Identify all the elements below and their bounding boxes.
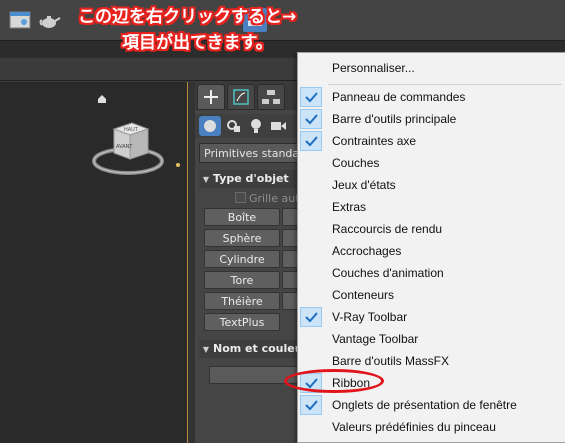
viewport[interactable]: HAUT AVANT	[0, 82, 189, 443]
menu-item-label: Extras	[332, 200, 367, 214]
menu-item-label: Accrochages	[332, 244, 402, 258]
menu-item-containers[interactable]: Conteneurs	[298, 284, 565, 306]
object-type-title: Type d'objet	[213, 172, 289, 185]
annotation-line-2: 項目が出てきます。	[122, 33, 273, 53]
collapse-arrow-icon: ▼	[202, 345, 210, 354]
menu-item-label: Vantage Toolbar	[332, 332, 419, 346]
menu-gutter	[300, 285, 322, 305]
menu-gutter	[300, 219, 322, 239]
menu-gutter	[300, 58, 322, 78]
menu-item-snaps[interactable]: Accrochages	[298, 240, 565, 262]
menu-item-viewport-layout-tabs[interactable]: Onglets de présentation de fenêtre	[298, 394, 565, 416]
create-tab[interactable]	[197, 84, 225, 110]
checkmark-icon	[300, 87, 322, 107]
torus-button[interactable]: Tore	[204, 271, 280, 289]
textplus-button[interactable]: TextPlus	[204, 313, 280, 331]
menu-item-label: Couches	[332, 156, 380, 170]
menu-separator	[328, 84, 562, 85]
menu-item-label: Contraintes axe	[332, 134, 417, 148]
menu-item-label: Jeux d'états	[332, 178, 396, 192]
teapot-button[interactable]: Théière	[204, 292, 280, 310]
menu-item-main-toolbar[interactable]: Barre d'outils principale	[298, 108, 565, 130]
menu-item-axis-constraints[interactable]: Contraintes axe	[298, 130, 565, 152]
menu-item-label: Onglets de présentation de fenêtre	[332, 398, 517, 412]
checkmark-icon	[300, 307, 322, 327]
menu-gutter	[300, 175, 322, 195]
teapot-icon[interactable]	[38, 8, 62, 32]
menu-item-vantage-toolbar[interactable]: Vantage Toolbar	[298, 328, 565, 350]
ribbon-highlight-circle	[284, 369, 384, 393]
panel-divider	[188, 82, 195, 443]
menu-gutter	[300, 351, 322, 371]
menu-gutter	[300, 417, 322, 437]
menu-gutter	[300, 329, 322, 349]
menu-item-label: Barre d'outils principale	[332, 112, 457, 126]
menu-gutter	[300, 153, 322, 173]
menu-item-label: Personnaliser...	[332, 61, 415, 75]
menu-gutter	[300, 197, 322, 217]
home-icon[interactable]	[97, 89, 107, 108]
lights-icon[interactable]	[245, 116, 267, 136]
hierarchy-tab[interactable]	[257, 84, 285, 110]
menu-gutter	[300, 241, 322, 261]
window-icon[interactable]	[8, 8, 32, 32]
checkmark-icon	[300, 109, 322, 129]
menu-item-label: V-Ray Toolbar	[332, 310, 408, 324]
menu-item-label: Raccourcis de rendu	[332, 222, 443, 236]
name-color-title: Nom et couleur	[213, 342, 308, 355]
menu-item-customize[interactable]: Personnaliser...	[298, 57, 565, 79]
menu-item-vray-toolbar[interactable]: V-Ray Toolbar	[298, 306, 565, 328]
box-button[interactable]: Boîte	[204, 208, 280, 226]
menu-item-brush-presets[interactable]: Valeurs prédéfinies du pinceau	[298, 416, 565, 438]
menu-item-extras[interactable]: Extras	[298, 196, 565, 218]
viewcube[interactable]: HAUT AVANT	[88, 115, 184, 187]
cameras-icon[interactable]	[267, 116, 289, 136]
modify-tab[interactable]	[227, 84, 255, 110]
menu-item-command-panel[interactable]: Panneau de commandes	[298, 86, 565, 108]
menu-item-animation-layers[interactable]: Couches d'animation	[298, 262, 565, 284]
menu-item-layers[interactable]: Couches	[298, 152, 565, 174]
collapse-arrow-icon: ▼	[202, 175, 210, 184]
checkmark-icon	[300, 395, 322, 415]
checkbox-icon	[235, 192, 246, 203]
viewcube-top-label: HAUT	[124, 127, 139, 133]
menu-gutter	[300, 263, 322, 283]
menu-item-render-shortcuts[interactable]: Raccourcis de rendu	[298, 218, 565, 240]
geometry-icon[interactable]	[199, 116, 221, 136]
menu-item-label: Panneau de commandes	[332, 90, 466, 104]
menu-item-label: Valeurs prédéfinies du pinceau	[332, 420, 496, 434]
sphere-button[interactable]: Sphère	[204, 229, 280, 247]
menu-item-state-sets[interactable]: Jeux d'états	[298, 174, 565, 196]
annotation-text: この辺を右クリックすると→ 項目が出てきます。	[78, 4, 296, 56]
cylinder-button[interactable]: Cylindre	[204, 250, 280, 268]
menu-item-label: Conteneurs	[332, 288, 395, 302]
viewcube-front-label: AVANT	[116, 144, 133, 150]
annotation-line-1: この辺を右クリックすると→	[78, 7, 297, 27]
shapes-icon[interactable]	[223, 116, 245, 136]
menu-item-label: Couches d'animation	[332, 266, 444, 280]
checkmark-icon	[300, 131, 322, 151]
